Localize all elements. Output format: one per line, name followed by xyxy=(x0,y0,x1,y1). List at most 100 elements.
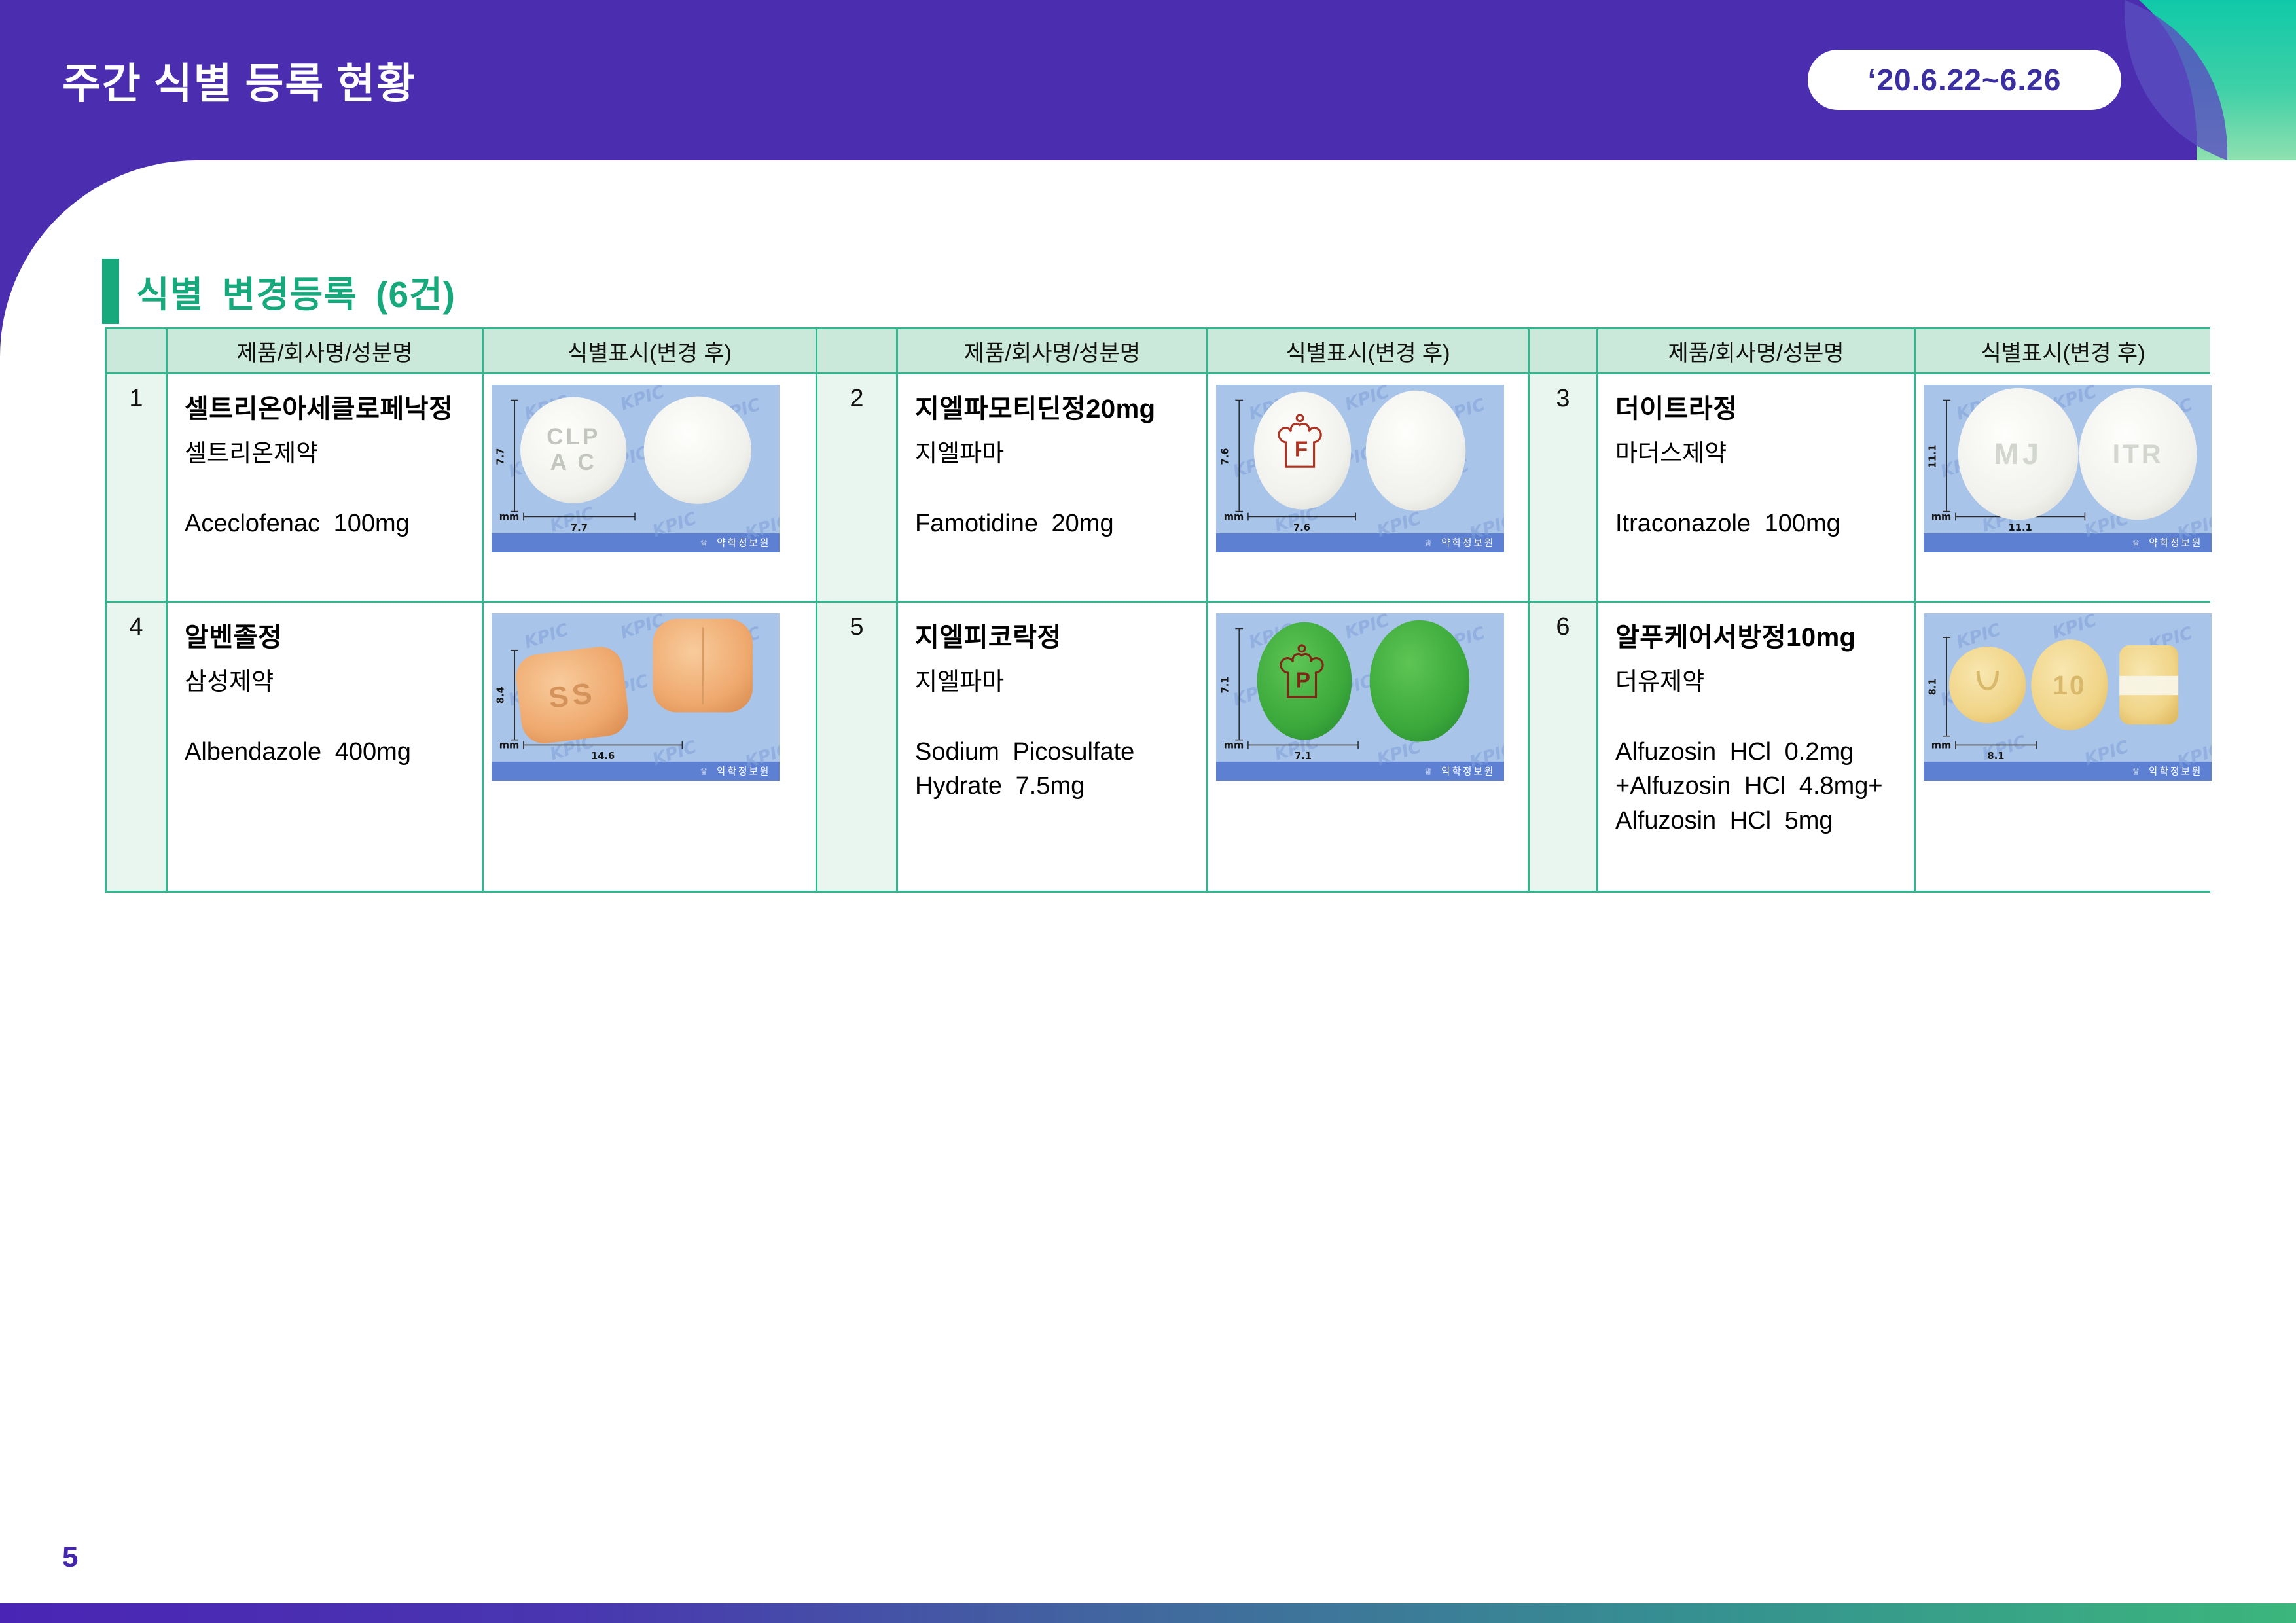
drug-company: 마더스제약 xyxy=(1615,440,1727,467)
svg-text:A C: A C xyxy=(550,450,597,475)
pill-image-5: KPICKPICKPICKPICKPICKPICKPICKPICKPIC 7.1… xyxy=(1216,613,1504,781)
kpic-logo-icon: ♕ xyxy=(1424,538,1432,548)
kpic-brand-label: 약학정보원 xyxy=(717,537,770,548)
drug-company: 더유제약 xyxy=(1615,668,1705,695)
entry-product-info: 지엘파모티딘정20mg 지엘파마 Famotidine 20mg xyxy=(898,374,1206,601)
section-accent-bar xyxy=(102,259,119,324)
svg-text:7.1: 7.1 xyxy=(1220,677,1231,694)
entry-number: 2 xyxy=(817,374,896,601)
entry-product-info: 알푸케어서방정10mg 더유제약 Alfuzosin HCl 0.2mg +Al… xyxy=(1598,603,1914,891)
svg-text:mm: mm xyxy=(499,511,520,522)
svg-text:mm: mm xyxy=(1224,740,1244,751)
date-range-badge: ‘20.6.22~6.26 xyxy=(1808,50,2121,110)
drug-company: 지엘파마 xyxy=(915,668,1005,695)
content-area: 식별 변경등록 (6건) 제품/회사명/성분명 식별표시(변경 후) 제품/회사… xyxy=(0,160,2296,1603)
svg-text:F: F xyxy=(1295,438,1308,462)
drug-ingredient: Albendazole 400mg xyxy=(185,738,411,766)
svg-text:8.4: 8.4 xyxy=(495,687,507,704)
kpic-logo-icon: ♕ xyxy=(700,766,708,776)
drug-company: 삼성제약 xyxy=(185,668,274,695)
drug-name: 알벤졸정 xyxy=(185,623,283,652)
header-num-cell xyxy=(1530,329,1596,372)
entry-number: 5 xyxy=(817,603,896,891)
page-number: 5 xyxy=(62,1541,79,1573)
drug-ingredient: Sodium Picosulfate Hydrate 7.5mg xyxy=(915,738,1135,800)
svg-text:mm: mm xyxy=(499,740,520,751)
svg-text:7.7: 7.7 xyxy=(495,448,507,465)
pill-image-2: KPICKPICKPICKPICKPICKPICKPICKPICKPIC 7.6… xyxy=(1216,385,1504,553)
page-title: 주간 식별 등록 현황 xyxy=(62,60,417,107)
section-heading: 식별 변경등록 (6건) xyxy=(102,259,456,324)
entry-product-info: 알벤졸정 삼성제약 Albendazole 400mg xyxy=(168,603,482,891)
svg-text:7.6: 7.6 xyxy=(1220,448,1231,465)
pill-shapes: 10 xyxy=(1949,639,2179,730)
svg-text:10: 10 xyxy=(2053,670,2087,700)
kpic-brand-label: 약학정보원 xyxy=(1441,766,1495,777)
svg-text:mm: mm xyxy=(1224,511,1244,522)
svg-text:7.6: 7.6 xyxy=(1293,522,1310,533)
header-num-cell xyxy=(817,329,896,372)
entry-number: 6 xyxy=(1530,603,1596,891)
kpic-logo-icon: ♕ xyxy=(700,538,708,548)
svg-text:mm: mm xyxy=(1931,511,1952,522)
kpic-logo-icon: ♕ xyxy=(1424,766,1432,776)
svg-text:7.1: 7.1 xyxy=(1295,751,1312,762)
slide-page: 주간 식별 등록 현황 ‘20.6.22~6.26 식별 변경등록 (6건) 제… xyxy=(0,0,2296,1623)
header-mark-cell: 식별표시(변경 후) xyxy=(1208,329,1528,372)
identification-table: 제품/회사명/성분명 식별표시(변경 후) 제품/회사명/성분명 식별표시(변경… xyxy=(105,327,2212,893)
svg-text:mm: mm xyxy=(1931,740,1952,751)
svg-text:P: P xyxy=(1296,668,1310,692)
header-product-cell: 제품/회사명/성분명 xyxy=(898,329,1206,372)
svg-text:8.1: 8.1 xyxy=(1928,678,1939,695)
svg-text:ITR: ITR xyxy=(2113,438,2164,469)
entry-pill-cell: KPICKPICKPICKPICKPICKPICKPICKPICKPIC 8.1… xyxy=(1916,603,2212,891)
pill-image-1: KPICKPICKPICKPICKPICKPICKPICKPICKPIC 7.7… xyxy=(492,385,780,553)
entry-number: 3 xyxy=(1530,374,1596,601)
entry-product-info: 지엘피코락정 지엘파마 Sodium Picosulfate Hydrate 7… xyxy=(898,603,1206,891)
entry-pill-cell: KPICKPICKPICKPICKPICKPICKPICKPICKPIC 11.… xyxy=(1916,374,2212,601)
svg-text:11.1: 11.1 xyxy=(1928,444,1939,468)
drug-name: 지엘파모티딘정20mg xyxy=(915,395,1156,423)
kpic-logo-icon: ♕ xyxy=(2132,538,2140,548)
svg-text:11.1: 11.1 xyxy=(2009,522,2032,533)
kpic-brand-label: 약학정보원 xyxy=(717,766,770,777)
pill-image-6: KPICKPICKPICKPICKPICKPICKPICKPICKPIC 8.1… xyxy=(1924,613,2212,781)
svg-text:MJ: MJ xyxy=(1994,437,2043,471)
drug-ingredient: Itraconazole 100mg xyxy=(1615,510,1840,537)
entry-product-info: 셀트리온아세클로페낙정 셀트리온제약 Aceclofenac 100mg xyxy=(168,374,482,601)
entry-pill-cell: KPICKPICKPICKPICKPICKPICKPICKPICKPIC 7.1… xyxy=(1208,603,1528,891)
kpic-logo-icon: ♕ xyxy=(2132,766,2140,776)
entry-number: 1 xyxy=(107,374,166,601)
drug-name: 셀트리온아세클로페낙정 xyxy=(185,395,454,423)
drug-ingredient: Alfuzosin HCl 0.2mg +Alfuzosin HCl 4.8mg… xyxy=(1615,738,1883,834)
entry-pill-cell: KPICKPICKPICKPICKPICKPICKPICKPICKPIC 8.4… xyxy=(484,603,816,891)
kpic-brand-label: 약학정보원 xyxy=(1441,537,1495,548)
header-num-cell xyxy=(107,329,166,372)
svg-text:SS: SS xyxy=(547,676,598,715)
svg-text:14.6: 14.6 xyxy=(591,751,615,762)
entry-number: 4 xyxy=(107,603,166,891)
drug-ingredient: Famotidine 20mg xyxy=(915,510,1114,537)
header-product-cell: 제품/회사명/성분명 xyxy=(168,329,482,372)
drug-name: 알푸케어서방정10mg xyxy=(1615,623,1856,652)
kpic-brand-label: 약학정보원 xyxy=(2149,766,2202,777)
header-product-cell: 제품/회사명/성분명 xyxy=(1598,329,1914,372)
drug-name: 지엘피코락정 xyxy=(915,623,1062,652)
svg-text:CLP: CLP xyxy=(547,424,600,450)
drug-company: 지엘파마 xyxy=(915,440,1005,467)
entry-pill-cell: KPICKPICKPICKPICKPICKPICKPICKPICKPIC 7.6… xyxy=(1208,374,1528,601)
pill-image-3: KPICKPICKPICKPICKPICKPICKPICKPICKPIC 11.… xyxy=(1924,385,2212,553)
svg-text:8.1: 8.1 xyxy=(1988,751,2005,762)
drug-name: 더이트라정 xyxy=(1615,395,1738,423)
header-mark-cell: 식별표시(변경 후) xyxy=(1916,329,2210,372)
svg-text:7.7: 7.7 xyxy=(571,522,588,533)
drug-ingredient: Aceclofenac 100mg xyxy=(185,510,410,537)
entry-pill-cell: KPICKPICKPICKPICKPICKPICKPICKPICKPIC 7.7… xyxy=(484,374,816,601)
entry-product-info: 더이트라정 마더스제약 Itraconazole 100mg xyxy=(1598,374,1914,601)
drug-company: 셀트리온제약 xyxy=(185,440,319,467)
header-mark-cell: 식별표시(변경 후) xyxy=(484,329,816,372)
section-title: 식별 변경등록 (6건) xyxy=(136,274,456,315)
kpic-brand-label: 약학정보원 xyxy=(2149,537,2202,548)
footer-gradient-bar xyxy=(0,1603,2296,1623)
pill-image-4: KPICKPICKPICKPICKPICKPICKPICKPICKPIC 8.4… xyxy=(492,613,780,781)
